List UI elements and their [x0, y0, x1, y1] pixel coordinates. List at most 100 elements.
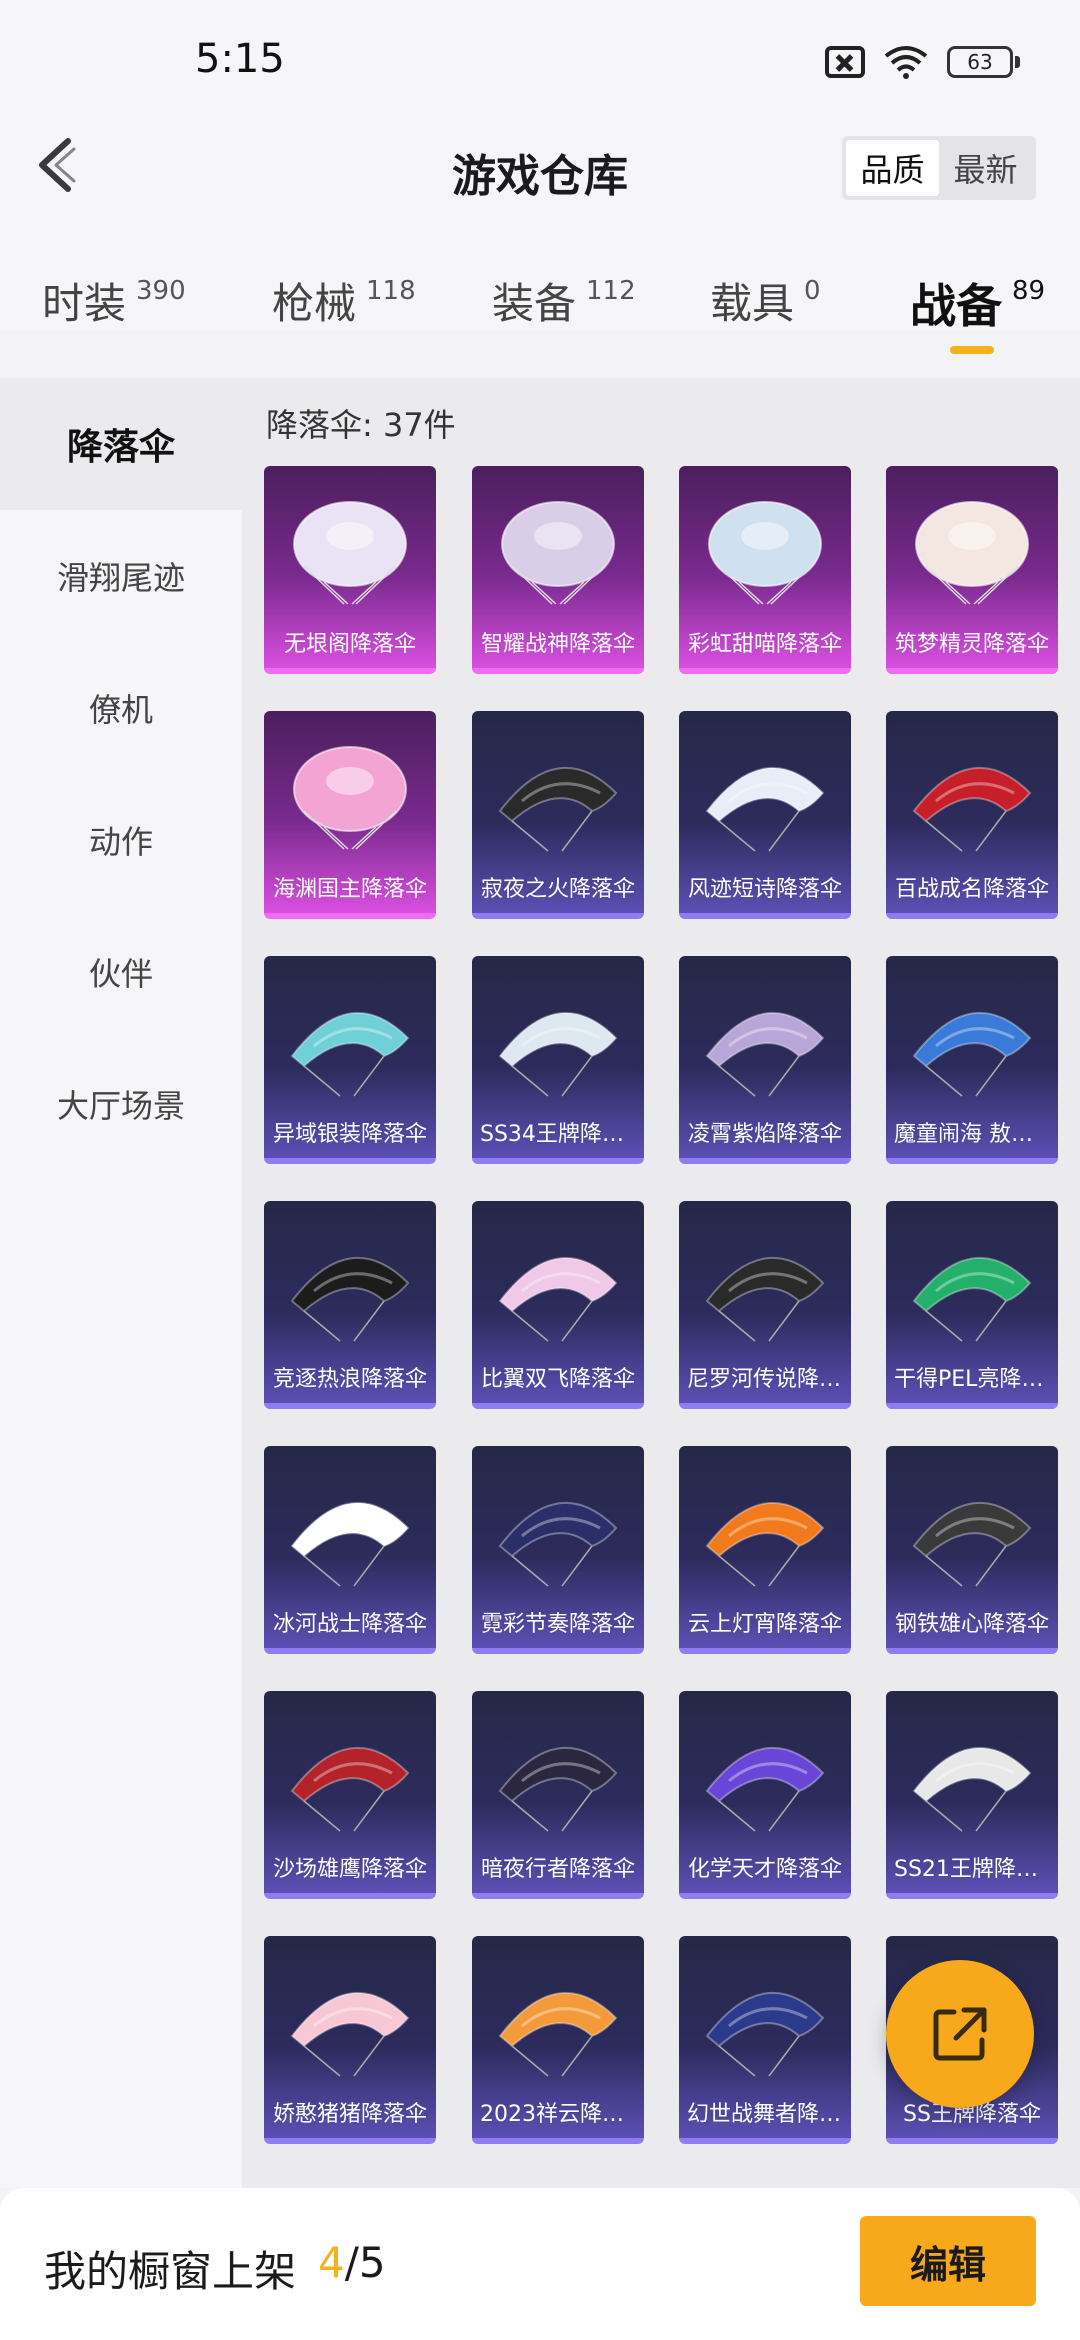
parachute-icon	[498, 1502, 618, 1587]
item-card[interactable]: 尼罗河传说降落伞	[679, 1201, 851, 1409]
sort-newest-option[interactable]: 最新	[939, 140, 1032, 196]
parachute-icon	[705, 1012, 825, 1097]
item-card[interactable]: 百战成名降落伞	[886, 711, 1058, 919]
item-name: 风迹短诗降落伞	[687, 877, 842, 902]
sidebar-item-wingman[interactable]: 僚机	[0, 642, 242, 774]
item-card[interactable]: 化学天才降落伞	[679, 1691, 851, 1899]
tab-count: 390	[136, 276, 186, 306]
tab-battle-gear[interactable]: 战备 89	[910, 270, 1045, 336]
showcase-count: 4/5	[318, 2238, 386, 2287]
item-name: 海渊国主降落伞	[272, 877, 427, 902]
tab-vehicles[interactable]: 载具 0	[710, 270, 821, 331]
active-tab-indicator	[950, 346, 994, 354]
parachute-icon	[498, 1992, 618, 2077]
item-card[interactable]: 无垠阁降落伞	[264, 466, 436, 674]
no-sim-icon	[825, 46, 865, 78]
sidebar-item-glide-trail[interactable]: 滑翔尾迹	[0, 510, 242, 642]
item-name: 寂夜之火降落伞	[480, 877, 635, 902]
item-name: 无垠阁降落伞	[283, 632, 416, 657]
item-name: 彩虹甜喵降落伞	[687, 632, 842, 657]
share-button[interactable]	[886, 1960, 1034, 2108]
item-card[interactable]: 娇憨猪猪降落伞	[264, 1936, 436, 2144]
item-card[interactable]: 沙场雄鹰降落伞	[264, 1691, 436, 1899]
item-name: 比翼双飞降落伞	[480, 1367, 635, 1392]
item-card[interactable]: 竞逐热浪降落伞	[264, 1201, 436, 1409]
tab-fashion[interactable]: 时装 390	[42, 270, 186, 331]
parachute-icon	[293, 746, 407, 850]
parachute-icon	[290, 1992, 410, 2077]
showcase-separator: /	[344, 2238, 359, 2287]
battery-level: 63	[947, 46, 1013, 78]
item-name: 凌霄紫焰降落伞	[687, 1122, 842, 1147]
item-name: 筑梦精灵降落伞	[894, 632, 1049, 657]
tab-count: 118	[366, 276, 416, 306]
item-card[interactable]: 海渊国主降落伞	[264, 711, 436, 919]
item-name: 沙场雄鹰降落伞	[272, 1857, 427, 1882]
parachute-icon	[705, 767, 825, 852]
sidebar: 降落伞 滑翔尾迹 僚机 动作 伙伴 大厅场景	[0, 378, 242, 2188]
item-card[interactable]: 智耀战神降落伞	[472, 466, 644, 674]
parachute-icon	[498, 767, 618, 852]
item-name: 干得PEL亮降落伞	[894, 1367, 1058, 1392]
item-card[interactable]: 暗夜行者降落伞	[472, 1691, 644, 1899]
parachute-icon	[912, 1257, 1032, 1342]
item-card[interactable]: SS21王牌降落伞	[886, 1691, 1058, 1899]
parachute-icon	[705, 1992, 825, 2077]
sort-toggle: 品质 最新	[842, 136, 1036, 200]
category-tabs: 时装 390 枪械 118 装备 112 载具 0 战备 89	[0, 270, 1080, 380]
parachute-icon	[290, 1012, 410, 1097]
tab-equipment[interactable]: 装备 112	[492, 270, 636, 331]
item-card[interactable]: 钢铁雄心降落伞	[886, 1446, 1058, 1654]
parachute-icon	[498, 1747, 618, 1832]
parachute-icon	[915, 501, 1029, 605]
sidebar-item-parachute[interactable]: 降落伞	[0, 378, 242, 510]
sidebar-item-lobby-scene[interactable]: 大厅场景	[0, 1038, 242, 1170]
share-icon	[933, 2007, 987, 2061]
item-card[interactable]: 彩虹甜喵降落伞	[679, 466, 851, 674]
item-name: 竞逐热浪降落伞	[272, 1367, 427, 1392]
item-card[interactable]: 异域银装降落伞	[264, 956, 436, 1164]
parachute-icon	[912, 767, 1032, 852]
parachute-icon	[290, 1747, 410, 1832]
item-card[interactable]: 云上灯宵降落伞	[679, 1446, 851, 1654]
item-card[interactable]: 寂夜之火降落伞	[472, 711, 644, 919]
tab-count: 89	[1012, 276, 1046, 306]
item-name: 幻世战舞者降落伞	[687, 2102, 851, 2127]
parachute-icon	[705, 1747, 825, 1832]
parachute-icon	[293, 501, 407, 605]
item-card[interactable]: 霓彩节奏降落伞	[472, 1446, 644, 1654]
status-icons: 63	[825, 44, 1020, 80]
item-card[interactable]: 干得PEL亮降落伞	[886, 1201, 1058, 1409]
tab-guns[interactable]: 枪械 118	[272, 270, 416, 331]
parachute-icon	[912, 1747, 1032, 1832]
sort-quality-option[interactable]: 品质	[846, 140, 939, 196]
item-card[interactable]: 风迹短诗降落伞	[679, 711, 851, 919]
sidebar-item-emote[interactable]: 动作	[0, 774, 242, 906]
tab-label: 载具	[710, 279, 795, 328]
item-card[interactable]: 冰河战士降落伞	[264, 1446, 436, 1654]
item-name: SS21王牌降落伞	[894, 1857, 1058, 1882]
parachute-icon	[290, 1257, 410, 1342]
status-time: 5:15	[195, 36, 285, 82]
sidebar-item-companion[interactable]: 伙伴	[0, 906, 242, 1038]
edit-button[interactable]: 编辑	[860, 2216, 1036, 2306]
item-name: 冰河战士降落伞	[272, 1612, 427, 1637]
item-card[interactable]: 凌霄紫焰降落伞	[679, 956, 851, 1164]
item-card[interactable]: 魔童闹海 敖丙降落伞	[886, 956, 1058, 1164]
battery-icon: 63	[947, 46, 1020, 78]
item-card[interactable]: 2023祥云降落伞	[472, 1936, 644, 2144]
item-card[interactable]: SS34王牌降落伞	[472, 956, 644, 1164]
item-card[interactable]: 幻世战舞者降落伞	[679, 1936, 851, 2144]
item-name: 化学天才降落伞	[687, 1857, 842, 1882]
item-name: 异域银装降落伞	[272, 1122, 427, 1147]
parachute-icon	[290, 1502, 410, 1587]
parachute-icon	[912, 1012, 1032, 1097]
status-bar: 5:15 63	[0, 0, 1080, 120]
tab-label: 枪械	[272, 279, 357, 328]
showcase-total: 5	[358, 2238, 386, 2287]
item-name: 尼罗河传说降落伞	[687, 1367, 851, 1392]
item-card[interactable]: 筑梦精灵降落伞	[886, 466, 1058, 674]
tab-count: 0	[804, 276, 821, 306]
item-name: 2023祥云降落伞	[480, 2102, 644, 2127]
item-card[interactable]: 比翼双飞降落伞	[472, 1201, 644, 1409]
